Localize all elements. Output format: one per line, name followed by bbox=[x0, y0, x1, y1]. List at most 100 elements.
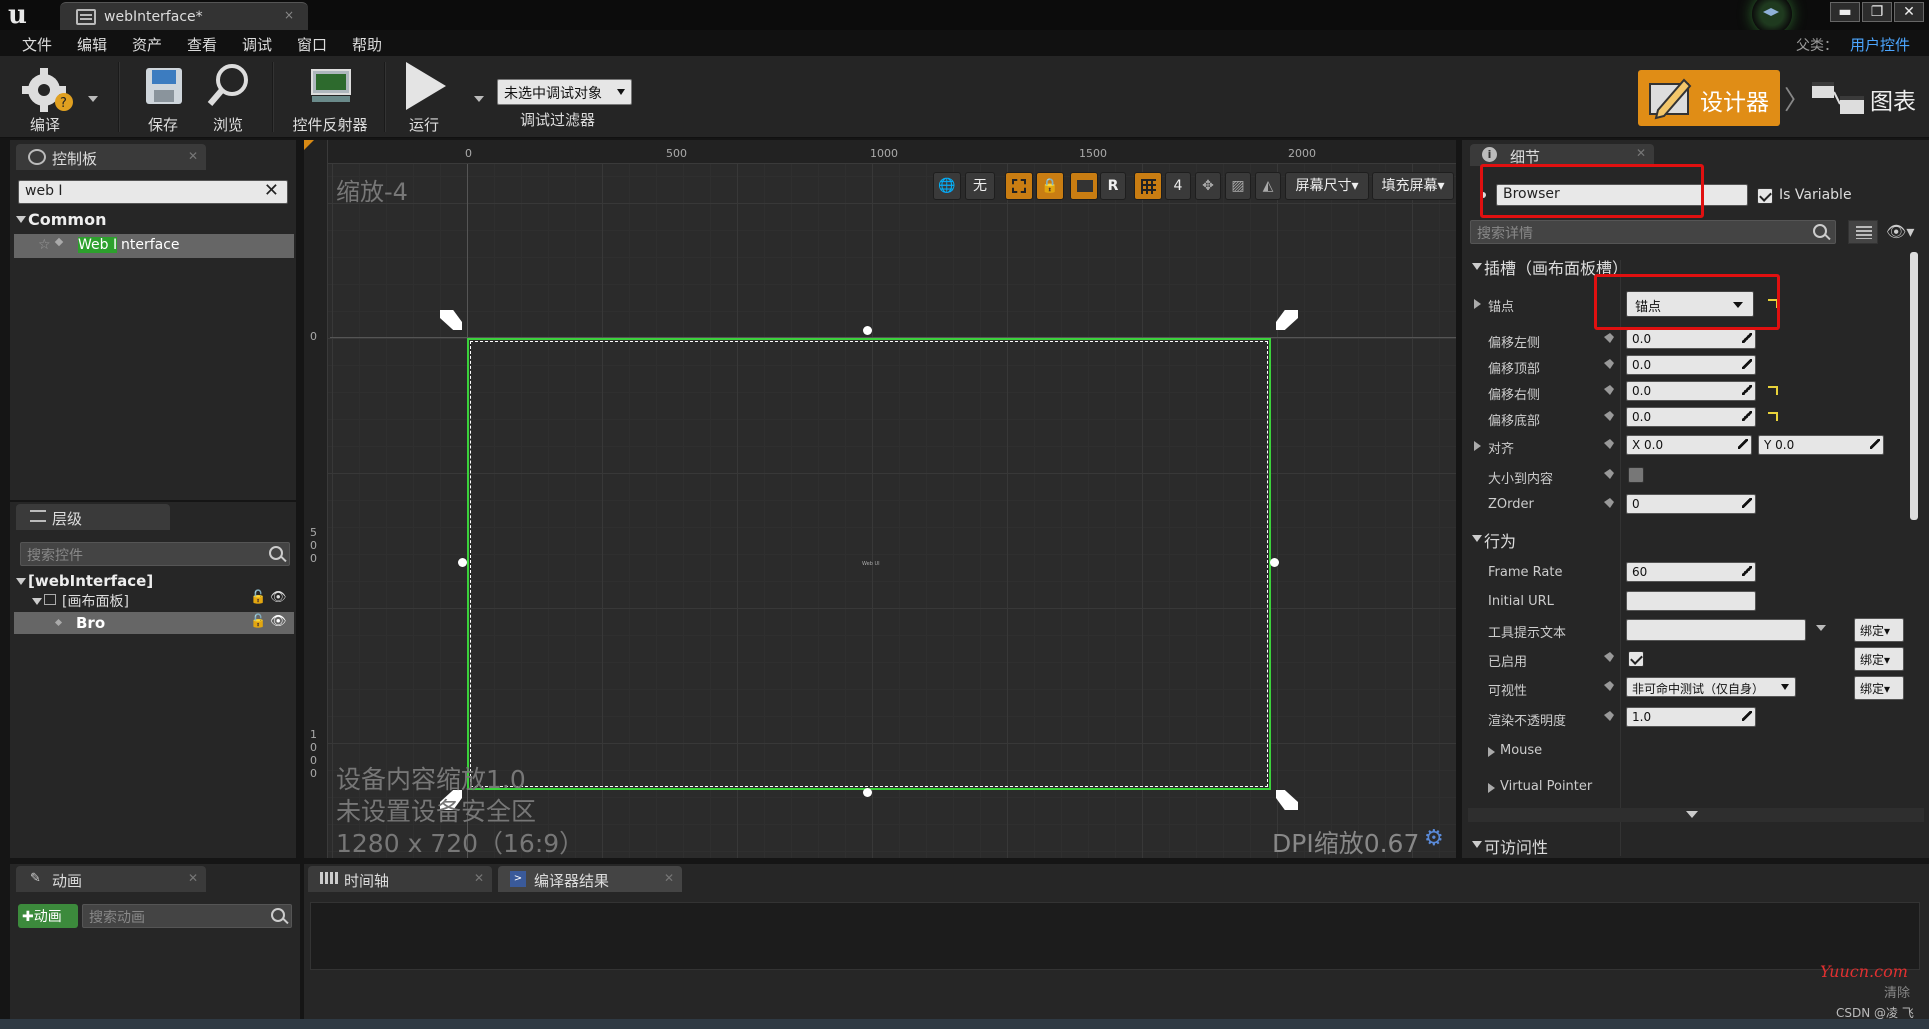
menu-asset[interactable]: 资产 bbox=[132, 34, 162, 55]
browse-button[interactable]: 浏览 bbox=[200, 56, 256, 138]
close-window-button[interactable]: ✕ bbox=[1894, 2, 1924, 22]
tab-timeline[interactable]: 时间轴 ✕ bbox=[308, 866, 492, 892]
maximize-button[interactable]: ❐ bbox=[1862, 2, 1892, 22]
minimize-button[interactable]: ▬ bbox=[1830, 2, 1860, 22]
menu-debug[interactable]: 调试 bbox=[242, 34, 272, 55]
chevron-down-icon[interactable] bbox=[1816, 625, 1826, 631]
lock-icon[interactable]: 🔓 bbox=[250, 590, 266, 605]
align-y-input[interactable]: Y 0.0 bbox=[1758, 435, 1884, 455]
save-button[interactable]: 保存 bbox=[136, 56, 190, 138]
advanced-expander[interactable] bbox=[1468, 808, 1924, 822]
chevron-down-icon[interactable] bbox=[88, 96, 98, 102]
initial-url-input[interactable] bbox=[1626, 591, 1756, 611]
resize-handle-bottom[interactable] bbox=[863, 788, 872, 797]
compiler-output-log[interactable] bbox=[310, 902, 1920, 970]
size-to-content-checkbox[interactable] bbox=[1628, 467, 1644, 483]
lock-toggle[interactable]: 🔒 bbox=[1036, 172, 1064, 200]
is-variable-checkbox[interactable] bbox=[1757, 188, 1773, 204]
enabled-checkbox[interactable] bbox=[1628, 651, 1644, 667]
prop-virtual-pointer[interactable]: Virtual Pointer bbox=[1474, 774, 1924, 800]
tooltip-bind-button[interactable]: 绑定▾ bbox=[1854, 618, 1904, 642]
animation-search-input[interactable]: 搜索动画 bbox=[82, 904, 292, 928]
palette-search-input[interactable]: web I ✕ bbox=[18, 180, 288, 204]
hierarchy-canvas-panel[interactable]: [画布面板] bbox=[62, 591, 129, 611]
resize-handle-right[interactable] bbox=[1270, 558, 1279, 567]
collapse-arrow-icon[interactable] bbox=[16, 216, 26, 223]
close-tab-icon[interactable]: ✕ bbox=[188, 871, 198, 885]
palette-category-common[interactable]: Common bbox=[28, 210, 106, 229]
reset-to-default-icon[interactable] bbox=[1768, 386, 1778, 395]
binding-pin-icon[interactable] bbox=[1604, 711, 1614, 721]
details-search-input[interactable]: 搜索详情 bbox=[1470, 220, 1836, 244]
resize-handle-left[interactable] bbox=[458, 558, 467, 567]
respect-locks-toggle[interactable] bbox=[1070, 172, 1098, 200]
star-icon[interactable]: ☆ bbox=[38, 237, 51, 253]
parent-class-link[interactable]: 用户控件 bbox=[1850, 34, 1910, 55]
offset-bottom-input[interactable]: 0.0 bbox=[1626, 407, 1756, 427]
frame-rate-input[interactable]: 60 bbox=[1626, 562, 1756, 582]
binding-pin-icon[interactable] bbox=[1604, 385, 1614, 395]
tab-compiler-results[interactable]: > 编译器结果 ✕ bbox=[498, 866, 682, 892]
localization-globe-button[interactable]: 🌐 bbox=[933, 172, 961, 200]
resize-handle-top[interactable] bbox=[863, 326, 872, 335]
offset-right-input[interactable]: 0.0 bbox=[1626, 381, 1756, 401]
accessibility-section-header[interactable]: 可访问性 bbox=[1468, 830, 1928, 860]
close-tab-icon[interactable]: ✕ bbox=[1636, 146, 1646, 160]
binding-pin-icon[interactable] bbox=[1604, 359, 1614, 369]
reset-to-default-icon[interactable] bbox=[1768, 412, 1778, 421]
visibility-filter-eye-icon[interactable]: 👁▾ bbox=[1886, 222, 1914, 241]
tab-animations[interactable]: ✎ 动画 ✕ bbox=[16, 866, 206, 892]
binding-pin-icon[interactable] bbox=[1604, 498, 1614, 508]
behavior-section-header[interactable]: 行为 bbox=[1468, 524, 1928, 554]
clear-log-button[interactable]: 清除 bbox=[1884, 982, 1910, 1001]
eye-icon[interactable]: 👁 bbox=[270, 614, 287, 629]
offset-left-input[interactable]: 0.0 bbox=[1626, 329, 1756, 349]
property-matrix-button[interactable] bbox=[1848, 220, 1878, 244]
screen-size-select[interactable]: 屏幕尺寸▾ bbox=[1285, 172, 1369, 200]
hierarchy-item-browser[interactable]: Bro 🔓 👁 bbox=[14, 612, 294, 634]
eye-icon[interactable]: 👁 bbox=[270, 590, 287, 605]
menu-edit[interactable]: 编辑 bbox=[77, 34, 107, 55]
render-opacity-input[interactable]: 1.0 bbox=[1626, 707, 1756, 727]
tab-details[interactable]: i 细节 ✕ bbox=[1470, 144, 1654, 166]
rotation-mode-button[interactable]: R bbox=[1100, 172, 1126, 200]
close-tab-icon[interactable]: ✕ bbox=[188, 149, 198, 163]
binding-pin-icon[interactable] bbox=[1604, 411, 1614, 421]
document-tab[interactable]: webInterface* × bbox=[60, 2, 308, 30]
flip-direction-button[interactable]: ◭ bbox=[1255, 172, 1281, 200]
expand-arrow-icon[interactable] bbox=[1474, 299, 1481, 309]
close-tab-icon[interactable]: ✕ bbox=[664, 871, 674, 885]
binding-pin-icon[interactable] bbox=[1604, 652, 1614, 662]
debug-object-select[interactable]: 未选中调试对象 bbox=[497, 79, 632, 105]
grid-size-select[interactable]: 4 bbox=[1165, 172, 1191, 200]
graph-mode-button[interactable]: 图表 bbox=[1808, 70, 1918, 126]
collapse-arrow-icon[interactable] bbox=[16, 578, 26, 585]
hierarchy-root[interactable]: [webInterface] bbox=[28, 572, 153, 590]
clear-search-icon[interactable]: ✕ bbox=[264, 180, 279, 201]
visibility-bind-button[interactable]: 绑定▾ bbox=[1854, 676, 1904, 700]
play-button[interactable]: 运行 bbox=[398, 56, 462, 138]
visibility-select[interactable]: 非可命中测试（仅自身） bbox=[1626, 677, 1796, 697]
close-tab-icon[interactable]: ✕ bbox=[474, 871, 484, 885]
expand-arrow-icon[interactable] bbox=[1474, 441, 1481, 451]
widget-reflector-button[interactable]: 控件反射器 bbox=[288, 56, 372, 138]
hierarchy-search-input[interactable]: 搜索控件 bbox=[20, 542, 290, 566]
culture-select[interactable]: 无 bbox=[965, 172, 995, 200]
zorder-input[interactable]: 0 bbox=[1626, 494, 1756, 514]
binding-pin-icon[interactable] bbox=[1604, 469, 1614, 479]
palette-item-web-interface[interactable]: ☆ Web I nterface bbox=[14, 234, 294, 258]
collapse-arrow-icon[interactable] bbox=[32, 598, 42, 605]
binding-pin-icon[interactable] bbox=[1604, 439, 1614, 449]
play-options-chevron-icon[interactable] bbox=[474, 96, 484, 102]
offset-top-input[interactable]: 0.0 bbox=[1626, 355, 1756, 375]
menu-window[interactable]: 窗口 bbox=[297, 34, 327, 55]
menu-file[interactable]: 文件 bbox=[22, 34, 52, 55]
background-image-button[interactable]: ▨ bbox=[1225, 172, 1251, 200]
tab-hierarchy[interactable]: 层级 bbox=[16, 504, 170, 530]
prop-mouse[interactable]: Mouse bbox=[1474, 738, 1924, 764]
details-column-divider[interactable] bbox=[1620, 260, 1621, 856]
fill-screen-select[interactable]: 填充屏幕▾ bbox=[1372, 172, 1454, 200]
outline-toggle[interactable] bbox=[1005, 172, 1033, 200]
binding-pin-icon[interactable] bbox=[1604, 681, 1614, 691]
compile-button[interactable]: ? 编译 bbox=[14, 56, 98, 138]
